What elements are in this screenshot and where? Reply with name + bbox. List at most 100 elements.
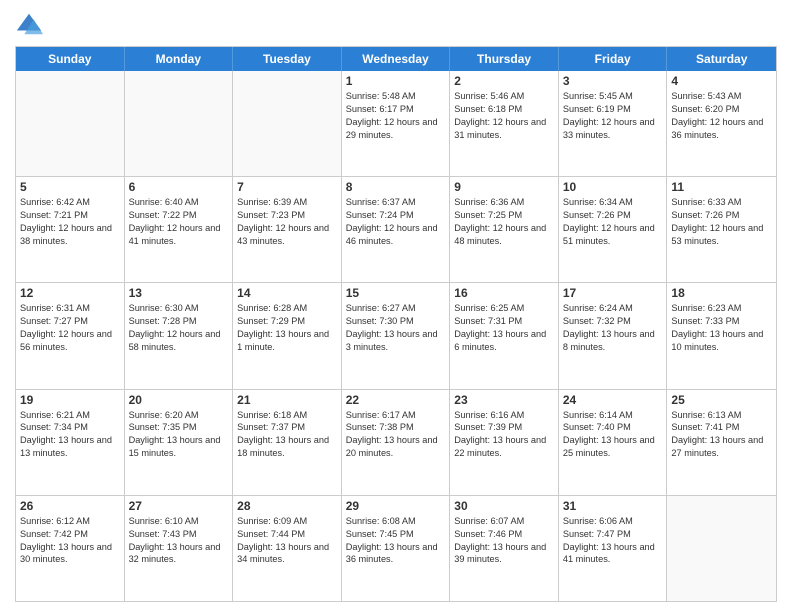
day-info: Sunrise: 5:48 AMSunset: 6:17 PMDaylight:… [346, 90, 446, 142]
day-cell-6: 6Sunrise: 6:40 AMSunset: 7:22 PMDaylight… [125, 177, 234, 282]
logo-icon [15, 10, 43, 38]
day-number: 30 [454, 499, 554, 513]
day-info: Sunrise: 6:33 AMSunset: 7:26 PMDaylight:… [671, 196, 772, 248]
day-cell-11: 11 Sunrise: 6:33 AMSunset: 7:26 PMDayligh… [667, 177, 776, 282]
day-number: 19 [20, 393, 120, 407]
day-number: 7 [237, 180, 337, 194]
day-info: Sunrise: 6:25 AMSunset: 7:31 PMDaylight:… [454, 302, 554, 354]
day-cell-16: 16Sunrise: 6:25 AMSunset: 7:31 PMDayligh… [450, 283, 559, 388]
day-cell-22: 22 Sunrise: 6:17 AMSunset: 7:38 PMDayligh… [342, 390, 451, 495]
day-info: Sunrise: 6:36 AMSunset: 7:25 PMDaylight:… [454, 196, 554, 248]
week-row-1: 1 Sunrise: 5:48 AMSunset: 6:17 PMDaylight… [16, 71, 776, 176]
day-info: Sunrise: 6:17 AMSunset: 7:38 PMDaylight:… [346, 409, 446, 461]
day-number: 23 [454, 393, 554, 407]
day-cell-2: 2Sunrise: 5:46 AMSunset: 6:18 PMDaylight… [450, 71, 559, 176]
day-cell-28: 28 Sunrise: 6:09 AMSunset: 7:44 PMDayligh… [233, 496, 342, 601]
day-info: Sunrise: 6:10 AMSunset: 7:43 PMDaylight:… [129, 515, 229, 567]
day-info: Sunrise: 6:39 AMSunset: 7:23 PMDaylight:… [237, 196, 337, 248]
day-header-friday: Friday [559, 47, 668, 71]
calendar: SundayMondayTuesdayWednesdayThursdayFrid… [15, 46, 777, 602]
header [15, 10, 777, 38]
day-info: Sunrise: 6:16 AMSunset: 7:39 PMDaylight:… [454, 409, 554, 461]
day-info: Sunrise: 6:08 AMSunset: 7:45 PMDaylight:… [346, 515, 446, 567]
day-info: Sunrise: 6:18 AMSunset: 7:37 PMDaylight:… [237, 409, 337, 461]
week-row-3: 12 Sunrise: 6:31 AMSunset: 7:27 PMDayligh… [16, 282, 776, 388]
day-number: 6 [129, 180, 229, 194]
day-header-monday: Monday [125, 47, 234, 71]
day-number: 31 [563, 499, 663, 513]
day-info: Sunrise: 6:42 AMSunset: 7:21 PMDaylight:… [20, 196, 120, 248]
day-number: 13 [129, 286, 229, 300]
day-number: 5 [20, 180, 120, 194]
day-number: 26 [20, 499, 120, 513]
day-cell-13: 13 Sunrise: 6:30 AMSunset: 7:28 PMDayligh… [125, 283, 234, 388]
day-cell-4: 4 Sunrise: 5:43 AMSunset: 6:20 PMDaylight… [667, 71, 776, 176]
day-header-saturday: Saturday [667, 47, 776, 71]
day-cell-27: 27 Sunrise: 6:10 AMSunset: 7:43 PMDayligh… [125, 496, 234, 601]
day-number: 22 [346, 393, 446, 407]
day-cell-23: 23 Sunrise: 6:16 AMSunset: 7:39 PMDayligh… [450, 390, 559, 495]
day-cell-7: 7 Sunrise: 6:39 AMSunset: 7:23 PMDaylight… [233, 177, 342, 282]
day-info: Sunrise: 6:12 AMSunset: 7:42 PMDaylight:… [20, 515, 120, 567]
day-number: 1 [346, 74, 446, 88]
day-info: Sunrise: 6:09 AMSunset: 7:44 PMDaylight:… [237, 515, 337, 567]
day-cell-29: 29 Sunrise: 6:08 AMSunset: 7:45 PMDayligh… [342, 496, 451, 601]
day-info: Sunrise: 6:34 AMSunset: 7:26 PMDaylight:… [563, 196, 663, 248]
day-number: 4 [671, 74, 772, 88]
day-info: Sunrise: 6:13 AMSunset: 7:41 PMDaylight:… [671, 409, 772, 461]
day-info: Sunrise: 6:21 AMSunset: 7:34 PMDaylight:… [20, 409, 120, 461]
day-cell-empty [667, 496, 776, 601]
day-number: 25 [671, 393, 772, 407]
day-cell-21: 21Sunrise: 6:18 AMSunset: 7:37 PMDayligh… [233, 390, 342, 495]
day-info: Sunrise: 6:30 AMSunset: 7:28 PMDaylight:… [129, 302, 229, 354]
day-headers: SundayMondayTuesdayWednesdayThursdayFrid… [16, 47, 776, 71]
week-row-2: 5 Sunrise: 6:42 AMSunset: 7:21 PMDaylight… [16, 176, 776, 282]
day-number: 2 [454, 74, 554, 88]
day-number: 8 [346, 180, 446, 194]
day-number: 27 [129, 499, 229, 513]
day-cell-empty [125, 71, 234, 176]
week-row-5: 26 Sunrise: 6:12 AMSunset: 7:42 PMDayligh… [16, 495, 776, 601]
day-info: Sunrise: 5:45 AMSunset: 6:19 PMDaylight:… [563, 90, 663, 142]
day-cell-3: 3Sunrise: 5:45 AMSunset: 6:19 PMDaylight… [559, 71, 668, 176]
day-cell-empty [233, 71, 342, 176]
day-header-sunday: Sunday [16, 47, 125, 71]
day-number: 11 [671, 180, 772, 194]
day-info: Sunrise: 6:14 AMSunset: 7:40 PMDaylight:… [563, 409, 663, 461]
day-number: 28 [237, 499, 337, 513]
day-number: 24 [563, 393, 663, 407]
day-cell-5: 5 Sunrise: 6:42 AMSunset: 7:21 PMDaylight… [16, 177, 125, 282]
day-cell-14: 14Sunrise: 6:28 AMSunset: 7:29 PMDayligh… [233, 283, 342, 388]
day-cell-26: 26 Sunrise: 6:12 AMSunset: 7:42 PMDayligh… [16, 496, 125, 601]
day-cell-9: 9 Sunrise: 6:36 AMSunset: 7:25 PMDaylight… [450, 177, 559, 282]
day-cell-15: 15 Sunrise: 6:27 AMSunset: 7:30 PMDayligh… [342, 283, 451, 388]
day-info: Sunrise: 5:43 AMSunset: 6:20 PMDaylight:… [671, 90, 772, 142]
day-cell-1: 1 Sunrise: 5:48 AMSunset: 6:17 PMDaylight… [342, 71, 451, 176]
day-number: 10 [563, 180, 663, 194]
day-cell-12: 12 Sunrise: 6:31 AMSunset: 7:27 PMDayligh… [16, 283, 125, 388]
day-header-wednesday: Wednesday [342, 47, 451, 71]
day-number: 12 [20, 286, 120, 300]
day-cell-18: 18 Sunrise: 6:23 AMSunset: 7:33 PMDayligh… [667, 283, 776, 388]
day-number: 18 [671, 286, 772, 300]
day-info: Sunrise: 6:28 AMSunset: 7:29 PMDaylight:… [237, 302, 337, 354]
day-info: Sunrise: 6:27 AMSunset: 7:30 PMDaylight:… [346, 302, 446, 354]
day-cell-empty [16, 71, 125, 176]
page: SundayMondayTuesdayWednesdayThursdayFrid… [0, 0, 792, 612]
day-info: Sunrise: 6:37 AMSunset: 7:24 PMDaylight:… [346, 196, 446, 248]
day-number: 17 [563, 286, 663, 300]
day-info: Sunrise: 6:20 AMSunset: 7:35 PMDaylight:… [129, 409, 229, 461]
day-cell-24: 24 Sunrise: 6:14 AMSunset: 7:40 PMDayligh… [559, 390, 668, 495]
day-cell-30: 30 Sunrise: 6:07 AMSunset: 7:46 PMDayligh… [450, 496, 559, 601]
day-number: 9 [454, 180, 554, 194]
logo [15, 10, 47, 38]
day-number: 15 [346, 286, 446, 300]
day-info: Sunrise: 6:24 AMSunset: 7:32 PMDaylight:… [563, 302, 663, 354]
day-info: Sunrise: 6:23 AMSunset: 7:33 PMDaylight:… [671, 302, 772, 354]
day-header-thursday: Thursday [450, 47, 559, 71]
day-number: 29 [346, 499, 446, 513]
day-cell-8: 8 Sunrise: 6:37 AMSunset: 7:24 PMDaylight… [342, 177, 451, 282]
day-number: 20 [129, 393, 229, 407]
day-info: Sunrise: 6:07 AMSunset: 7:46 PMDaylight:… [454, 515, 554, 567]
day-info: Sunrise: 6:31 AMSunset: 7:27 PMDaylight:… [20, 302, 120, 354]
